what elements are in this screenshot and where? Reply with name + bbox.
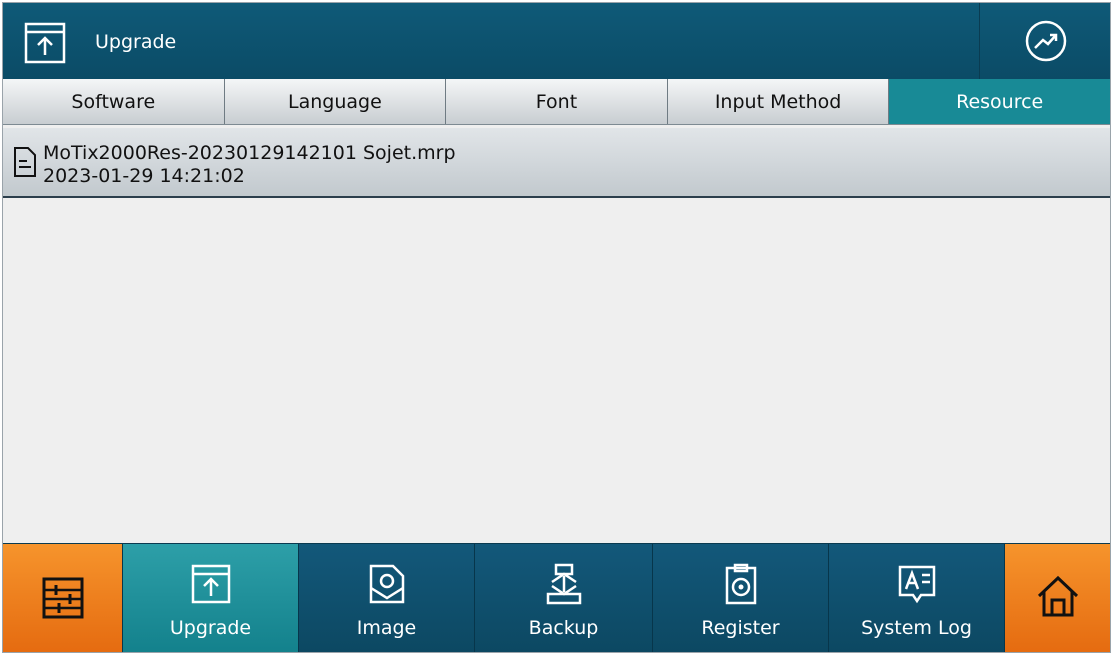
nav-upgrade-button[interactable]: Upgrade xyxy=(123,544,299,652)
nav-register-label: Register xyxy=(701,617,780,639)
upgrade-screen: Upgrade Software Language Font Input Met… xyxy=(2,2,1111,653)
nav-backup-button[interactable]: Backup xyxy=(475,544,653,652)
sliders-icon xyxy=(42,577,83,619)
nav-system-log-label: System Log xyxy=(861,617,972,639)
image-tag-icon xyxy=(369,564,404,604)
page-title: Upgrade xyxy=(95,31,177,53)
file-date: 2023-01-29 14:21:02 xyxy=(43,165,245,187)
upload-box-icon xyxy=(24,22,66,64)
clipboard-lock-icon xyxy=(725,563,756,605)
header-right-panel xyxy=(979,3,1110,79)
nav-image-button[interactable]: Image xyxy=(299,544,475,652)
tab-font[interactable]: Font xyxy=(446,79,668,124)
nav-register-button[interactable]: Register xyxy=(653,544,829,652)
nav-backup-label: Backup xyxy=(528,617,599,639)
file-list: MoTix2000Res-20230129142101 Sojet.mrp 20… xyxy=(3,126,1110,543)
header-bar: Upgrade xyxy=(3,3,1110,79)
tab-input-method[interactable]: Input Method xyxy=(667,79,890,124)
home-icon xyxy=(1037,575,1078,617)
log-comment-icon xyxy=(898,565,935,604)
nav-system-log-button[interactable]: System Log xyxy=(829,544,1005,652)
file-icon xyxy=(14,147,36,177)
upload-box-icon xyxy=(191,564,230,604)
tab-software[interactable]: Software xyxy=(3,79,225,124)
nav-image-label: Image xyxy=(356,617,417,639)
list-item[interactable]: MoTix2000Res-20230129142101 Sojet.mrp 20… xyxy=(3,128,1110,198)
file-name: MoTix2000Res-20230129142101 Sojet.mrp xyxy=(43,142,456,164)
backup-sync-icon xyxy=(546,563,581,605)
upgrade-tabs: Software Language Font Input Method Reso… xyxy=(3,79,1110,125)
nav-upgrade-label: Upgrade xyxy=(169,617,252,639)
tab-resource[interactable]: Resource xyxy=(889,79,1110,124)
tab-language[interactable]: Language xyxy=(224,79,447,124)
trend-chart-icon[interactable] xyxy=(1024,19,1068,63)
settings-button[interactable] xyxy=(3,544,123,652)
home-button[interactable] xyxy=(1005,544,1110,652)
bottom-nav: Upgrade Image Backup Register System Log xyxy=(3,543,1110,652)
